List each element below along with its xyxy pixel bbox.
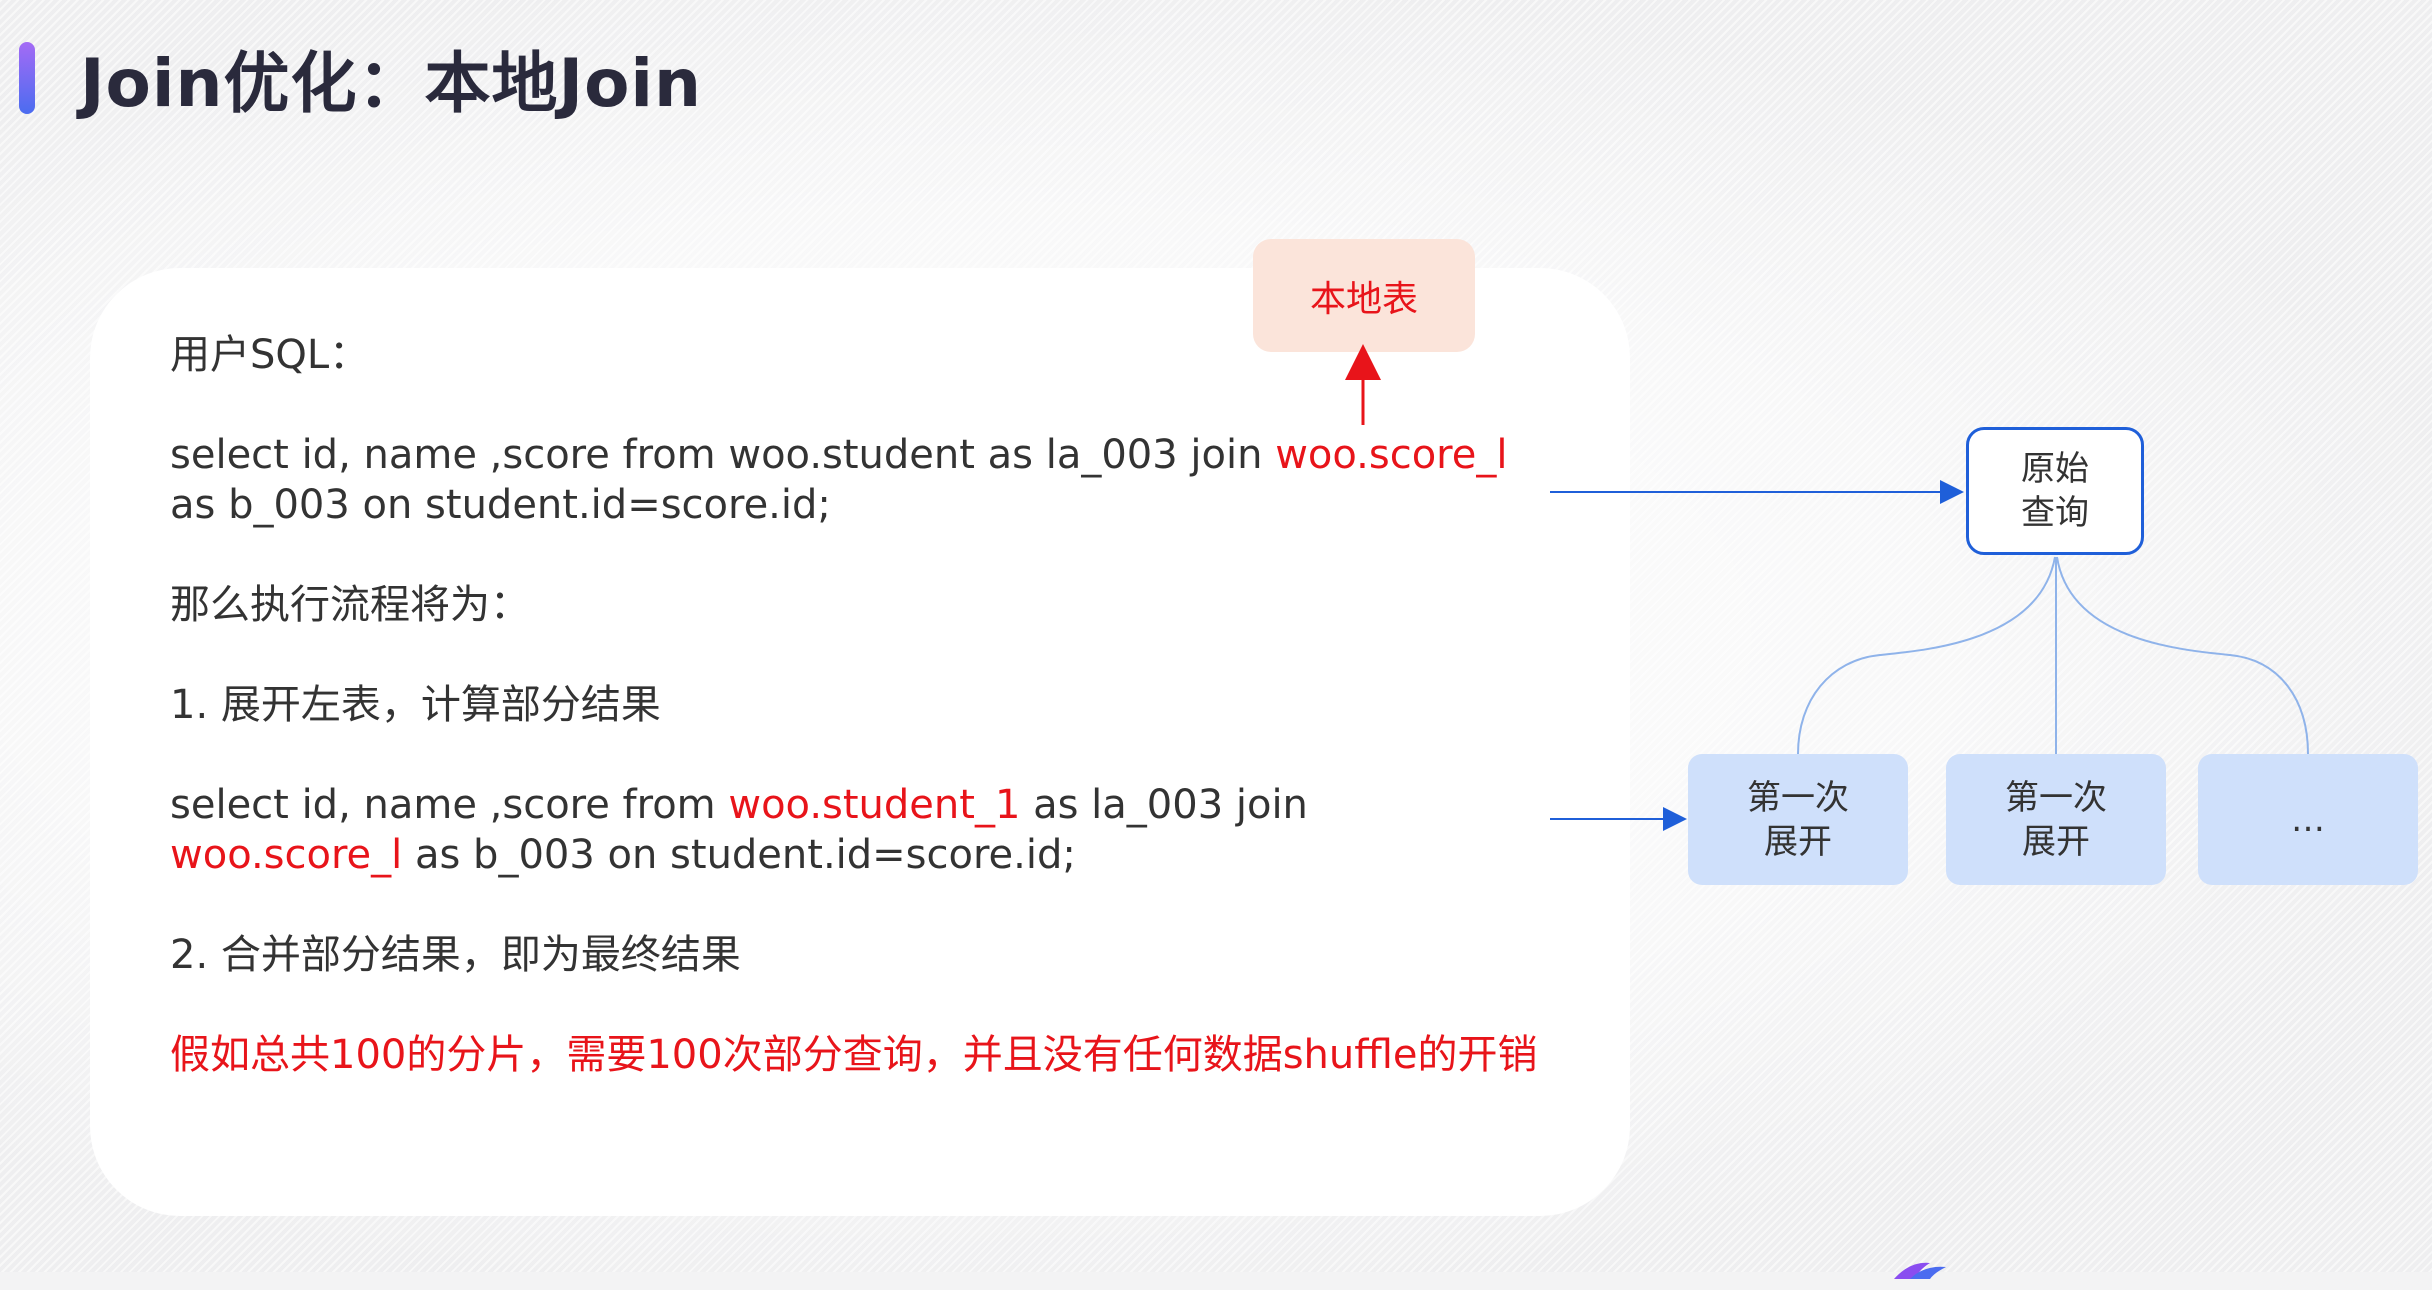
- expand-box-more: …: [2198, 754, 2418, 885]
- tree-branch-left: [1797, 556, 2056, 755]
- origin-query-label-2: 查询: [2021, 493, 2089, 533]
- expand-box-2: 第一次 展开: [1946, 754, 2166, 885]
- expand-box-1: 第一次 展开: [1688, 754, 1908, 885]
- origin-query-label-1: 原始: [2021, 449, 2089, 489]
- expand-2-label-1: 第一次: [2005, 777, 2107, 818]
- origin-query-box: 原始 查询: [1966, 427, 2144, 555]
- expand-1-label-1: 第一次: [1747, 777, 1849, 818]
- expand-1-label-2: 展开: [1764, 821, 1832, 862]
- diagram-connectors: [1345, 344, 2309, 831]
- tree-branch-right: [2056, 556, 2309, 755]
- expand-2-label-2: 展开: [2022, 821, 2090, 862]
- brand-logo-icon: [1894, 1262, 1946, 1279]
